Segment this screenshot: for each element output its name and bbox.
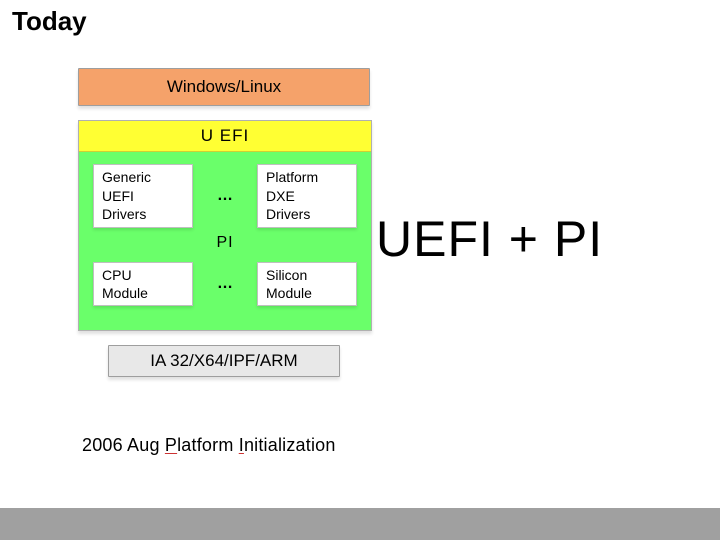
os-layer-box: Windows/Linux xyxy=(78,68,370,106)
module-row: CPU Module … Silicon Module xyxy=(79,262,371,306)
footer-bar xyxy=(0,508,720,540)
caption-p-rest: latform xyxy=(177,435,239,455)
slide-title: Today xyxy=(12,6,87,37)
cpu-module-box: CPU Module xyxy=(93,262,193,306)
architecture-diagram: Windows/Linux U EFI Generic UEFI Drivers… xyxy=(78,68,370,377)
architecture-list-box: IA 32/X64/IPF/ARM xyxy=(108,345,340,377)
silicon-module-box: Silicon Module xyxy=(257,262,357,306)
drivers-ellipsis: … xyxy=(213,187,237,205)
modules-ellipsis: … xyxy=(213,275,237,293)
driver-row: Generic UEFI Drivers … Platform DXE Driv… xyxy=(79,164,371,228)
firmware-layer: U EFI Generic UEFI Drivers … Platform DX… xyxy=(78,120,372,331)
headline: UEFI + PI xyxy=(376,210,603,268)
generic-uefi-drivers-box: Generic UEFI Drivers xyxy=(93,164,193,228)
caption-prefix: 2006 Aug xyxy=(82,435,165,455)
caption: 2006 Aug Platform Initialization xyxy=(82,435,336,456)
caption-p-initial: P xyxy=(165,435,177,455)
pi-band: PI xyxy=(79,228,371,258)
platform-dxe-drivers-box: Platform DXE Drivers xyxy=(257,164,357,228)
uefi-band: U EFI xyxy=(79,121,371,152)
caption-i-rest: nitialization xyxy=(244,435,336,455)
